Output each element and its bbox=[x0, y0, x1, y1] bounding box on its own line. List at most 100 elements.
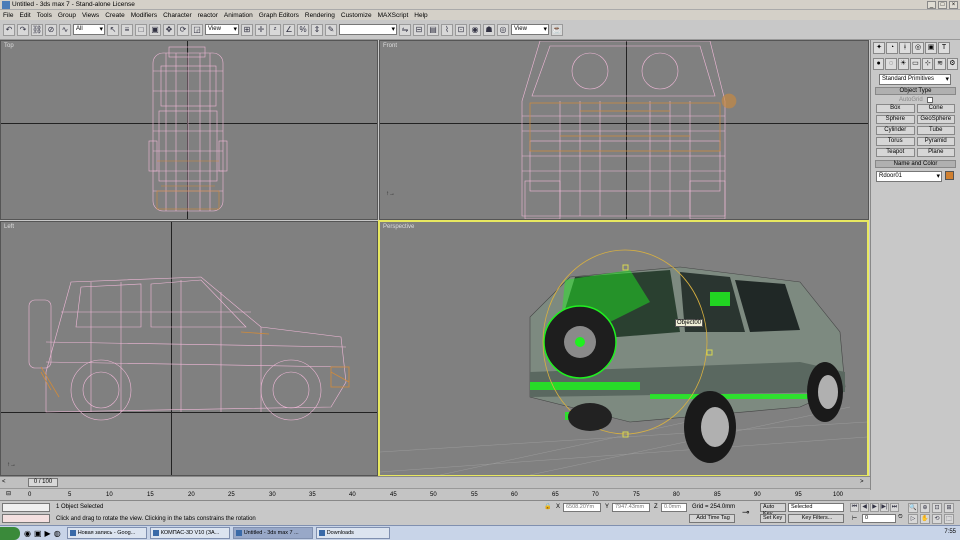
menu-character[interactable]: Character bbox=[163, 12, 192, 19]
x-coordinate-field[interactable]: 6508.20Ym bbox=[563, 503, 601, 512]
hierarchy-tab-icon[interactable]: ᚼ bbox=[899, 42, 911, 54]
time-slider-track[interactable]: 0 / 100 < > bbox=[0, 476, 870, 488]
torus-button[interactable]: Torus bbox=[876, 137, 915, 146]
current-frame-field[interactable]: 0 bbox=[862, 514, 896, 523]
select-move-icon[interactable]: ✥ bbox=[163, 23, 175, 36]
motion-tab-icon[interactable]: ◎ bbox=[912, 42, 924, 54]
maximize-button[interactable]: □ bbox=[938, 1, 947, 9]
viewport-front[interactable]: Front ↑→ bbox=[379, 40, 869, 220]
select-manipulate-icon[interactable]: ✛ bbox=[255, 23, 267, 36]
name-color-rollout[interactable]: Name and Color bbox=[875, 160, 956, 168]
menu-file[interactable]: File bbox=[3, 12, 13, 19]
menu-group[interactable]: Group bbox=[58, 12, 76, 19]
render-last-icon[interactable]: ☕ bbox=[551, 23, 563, 36]
cameras-icon[interactable]: ▭ bbox=[909, 58, 922, 70]
set-key-button[interactable]: Set Key bbox=[760, 514, 786, 523]
go-to-end-icon[interactable]: ⏭ bbox=[890, 503, 899, 512]
key-filters-button[interactable]: Key Filters... bbox=[788, 514, 844, 523]
spacewarps-icon[interactable]: ≋ bbox=[934, 58, 946, 70]
teapot-button[interactable]: Teapot bbox=[876, 148, 915, 157]
taskbar-item-kompas[interactable]: КОМПАС-3D V10 (ЗА... bbox=[149, 527, 230, 539]
arc-rotate-icon[interactable]: ⟲ bbox=[932, 514, 942, 524]
zoom-extents-icon[interactable]: ⊡ bbox=[932, 503, 942, 513]
menu-help[interactable]: Help bbox=[414, 12, 427, 19]
percent-snap-icon[interactable]: % bbox=[297, 23, 309, 36]
key-mode-dropdown[interactable]: Selected bbox=[788, 503, 844, 512]
redo-icon[interactable]: ↷ bbox=[17, 23, 29, 36]
helpers-icon[interactable]: ⊹ bbox=[922, 58, 934, 70]
lock-selection-icon[interactable]: 🔒 bbox=[544, 503, 551, 510]
next-frame-icon[interactable]: ▶| bbox=[880, 503, 889, 512]
unlink-icon[interactable]: ⊘ bbox=[45, 23, 57, 36]
key-mode-toggle-icon[interactable]: ⊢ bbox=[852, 515, 857, 522]
autogrid-checkbox[interactable]: AutoGrid bbox=[871, 97, 960, 103]
zoom-icon[interactable]: 🔍 bbox=[908, 503, 918, 513]
material-editor-icon[interactable]: ◉ bbox=[469, 23, 481, 36]
primitive-category-dropdown[interactable]: Standard Primitives bbox=[879, 74, 951, 85]
play-icon[interactable]: ▶ bbox=[870, 503, 879, 512]
quick-launch-browser-icon[interactable]: ◍ bbox=[54, 529, 61, 538]
named-selection-sets-dropdown[interactable] bbox=[339, 24, 397, 35]
select-by-name-icon[interactable]: ≡ bbox=[121, 23, 133, 36]
snap-toggle-icon[interactable]: ᶻ bbox=[269, 23, 281, 36]
y-coordinate-field[interactable]: 7947.43mm bbox=[612, 503, 650, 512]
menu-create[interactable]: Create bbox=[105, 12, 125, 19]
render-type-dropdown[interactable]: View bbox=[511, 24, 549, 35]
maximize-viewport-icon[interactable]: ⬚ bbox=[944, 514, 954, 524]
sphere-button[interactable]: Sphere bbox=[876, 115, 915, 124]
box-button[interactable]: Box bbox=[876, 104, 915, 113]
previous-frame-icon[interactable]: ◀ bbox=[860, 503, 869, 512]
lights-icon[interactable]: ☀ bbox=[897, 58, 909, 70]
utilities-tab-icon[interactable]: T bbox=[938, 42, 950, 54]
menu-animation[interactable]: Animation bbox=[224, 12, 253, 19]
start-button[interactable] bbox=[0, 526, 20, 540]
taskbar-item-chrome[interactable]: Новая запись - Goog... bbox=[66, 527, 147, 539]
geometry-icon[interactable]: ● bbox=[873, 58, 885, 70]
shapes-icon[interactable]: ◌ bbox=[885, 58, 897, 70]
layer-manager-icon[interactable]: ▤ bbox=[427, 23, 439, 36]
add-time-tag-button[interactable]: Add Time Tag bbox=[689, 514, 735, 523]
quick-launch-ie-icon[interactable]: ◉ bbox=[24, 529, 31, 538]
time-configuration-icon[interactable]: ⏲ bbox=[898, 514, 903, 521]
render-scene-icon[interactable]: ☗ bbox=[483, 23, 495, 36]
curve-editor-icon[interactable]: ⌇ bbox=[441, 23, 453, 36]
menu-views[interactable]: Views bbox=[82, 12, 99, 19]
reference-coord-dropdown[interactable]: View bbox=[205, 24, 239, 35]
select-scale-icon[interactable]: ◲ bbox=[191, 23, 203, 36]
object-color-swatch[interactable] bbox=[945, 171, 954, 180]
pan-icon[interactable]: ✋ bbox=[920, 514, 930, 524]
window-crossing-icon[interactable]: ▣ bbox=[149, 23, 161, 36]
quick-launch-desktop-icon[interactable]: ▣ bbox=[34, 529, 42, 538]
cone-button[interactable]: Cone bbox=[916, 104, 955, 113]
viewport-left[interactable]: Left ↑→ bbox=[0, 221, 378, 476]
taskbar-item-3dsmax[interactable]: Untitled - 3ds max 7 ... bbox=[232, 527, 313, 539]
menu-customize[interactable]: Customize bbox=[341, 12, 372, 19]
menu-graph-editors[interactable]: Graph Editors bbox=[259, 12, 299, 19]
tube-button[interactable]: Tube bbox=[916, 126, 955, 135]
menu-reactor[interactable]: reactor bbox=[198, 12, 218, 19]
menu-modifiers[interactable]: Modifiers bbox=[131, 12, 157, 19]
selection-filter-dropdown[interactable]: All bbox=[73, 24, 105, 35]
track-bar-toggle-icon[interactable]: ⊟ bbox=[6, 490, 11, 497]
geosphere-button[interactable]: GeoSphere bbox=[916, 115, 955, 124]
key-icon[interactable]: ⊸ bbox=[742, 507, 750, 518]
link-icon[interactable]: ⛓ bbox=[31, 23, 43, 36]
plane-button[interactable]: Plane bbox=[916, 148, 955, 157]
menu-rendering[interactable]: Rendering bbox=[305, 12, 335, 19]
track-bar[interactable]: ⊟ 0 5 10 15 20 25 30 35 40 45 50 55 60 6… bbox=[0, 488, 870, 500]
schematic-view-icon[interactable]: ⊡ bbox=[455, 23, 467, 36]
taskbar-item-downloads[interactable]: Downloads bbox=[315, 527, 390, 539]
systems-icon[interactable]: ⚙ bbox=[946, 58, 958, 70]
zoom-extents-all-icon[interactable]: ⊞ bbox=[944, 503, 954, 513]
time-slider[interactable]: 0 / 100 bbox=[28, 478, 58, 487]
prev-frame-icon[interactable]: < bbox=[2, 479, 6, 485]
cylinder-button[interactable]: Cylinder bbox=[876, 126, 915, 135]
go-to-start-icon[interactable]: ⏮ bbox=[850, 503, 859, 512]
select-rotate-icon[interactable]: ⟳ bbox=[177, 23, 189, 36]
minimize-button[interactable]: _ bbox=[927, 1, 936, 9]
align-icon[interactable]: ⊟ bbox=[413, 23, 425, 36]
edit-named-selection-icon[interactable]: ✎ bbox=[325, 23, 337, 36]
next-frame-icon[interactable]: > bbox=[860, 479, 864, 485]
angle-snap-icon[interactable]: ∠ bbox=[283, 23, 295, 36]
menu-maxscript[interactable]: MAXScript bbox=[378, 12, 409, 19]
